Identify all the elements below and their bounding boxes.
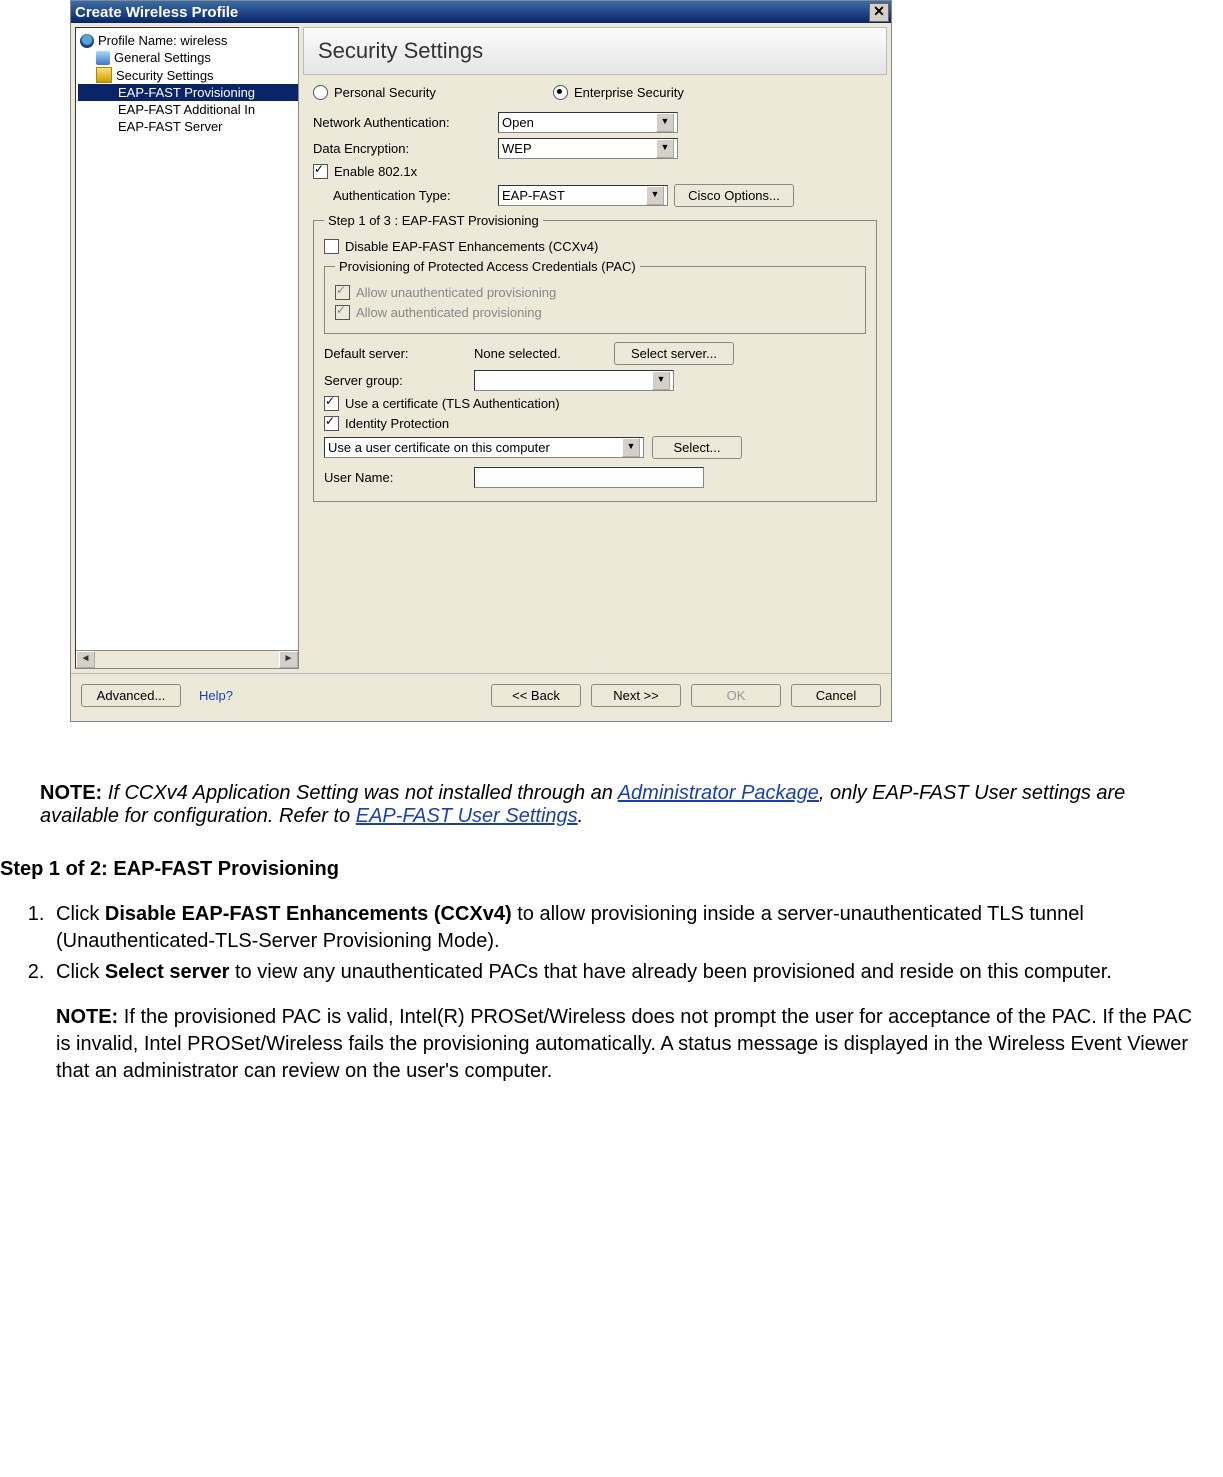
s2-note-label: NOTE: (56, 1006, 118, 1028)
note1-p1a: If CCXv4 Application Setting was not ins… (108, 782, 618, 804)
disable-ccxv4-checkbox[interactable] (324, 239, 339, 254)
dialog-body: Profile Name: wireless General Settings … (71, 23, 891, 673)
select-cert-button[interactable]: Select... (652, 436, 742, 459)
enable-8021x-checkbox[interactable] (313, 164, 328, 179)
ok-button: OK (691, 684, 781, 707)
tree-eap-additional-label: EAP-FAST Additional In (118, 102, 255, 117)
allow-unauth-label: Allow unauthenticated provisioning (356, 285, 556, 300)
data-enc-label: Data Encryption: (313, 141, 498, 156)
note1-label: NOTE: (40, 782, 102, 804)
step-heading: Step 1 of 2: EAP-FAST Provisioning (0, 858, 1223, 881)
s2b: Select server (105, 961, 230, 983)
next-button[interactable]: Next >> (591, 684, 681, 707)
tree-eap-server[interactable]: EAP-FAST Server (78, 118, 298, 135)
enterprise-security-radio[interactable] (553, 85, 568, 100)
chevron-down-icon: ▼ (622, 438, 640, 457)
enable-8021x-label: Enable 802.1x (334, 164, 417, 179)
identity-protection-checkbox[interactable] (324, 416, 339, 431)
security-icon (96, 67, 112, 83)
default-server-value: None selected. (474, 346, 614, 361)
advanced-button[interactable]: Advanced... (81, 684, 181, 707)
profile-icon (80, 34, 94, 48)
net-auth-value: Open (502, 115, 534, 130)
server-group-select[interactable]: ▼ (474, 370, 674, 391)
net-auth-label: Network Authentication: (313, 115, 498, 130)
tree-security-label: Security Settings (116, 68, 214, 83)
back-button[interactable]: << Back (491, 684, 581, 707)
tree-eap-additional[interactable]: EAP-FAST Additional In (78, 101, 298, 118)
form-area: Personal Security Enterprise Security Ne… (303, 85, 887, 502)
note1-p1c: . (578, 805, 584, 827)
step-group-title: Step 1 of 3 : EAP-FAST Provisioning (324, 213, 543, 228)
allow-unauth-checkbox (335, 285, 350, 300)
personal-security-radio[interactable] (313, 85, 328, 100)
s2a: Click (56, 961, 105, 983)
general-icon (96, 51, 110, 65)
cert-source-value: Use a user certificate on this computer (328, 440, 550, 455)
net-auth-select[interactable]: Open ▼ (498, 112, 678, 133)
cancel-button[interactable]: Cancel (791, 684, 881, 707)
close-icon[interactable]: ✕ (869, 3, 889, 22)
allow-auth-label: Allow authenticated provisioning (356, 305, 542, 320)
tree-eap-server-label: EAP-FAST Server (118, 119, 223, 134)
window-title: Create Wireless Profile (75, 4, 238, 21)
user-name-input[interactable] (474, 467, 704, 488)
auth-type-value: EAP-FAST (502, 188, 565, 203)
tree-general-label: General Settings (114, 50, 211, 65)
identity-protection-label: Identity Protection (345, 416, 449, 431)
tree-scrollbar[interactable]: ◄ ► (76, 650, 298, 668)
cert-source-select[interactable]: Use a user certificate on this computer … (324, 437, 644, 458)
chevron-down-icon: ▼ (652, 371, 670, 390)
step-1: Click Disable EAP-FAST Enhancements (CCX… (50, 901, 1203, 955)
titlebar: Create Wireless Profile ✕ (71, 1, 891, 23)
select-server-button[interactable]: Select server... (614, 342, 734, 365)
disable-ccxv4-label: Disable EAP-FAST Enhancements (CCXv4) (345, 239, 598, 254)
pac-group: Provisioning of Protected Access Credent… (324, 259, 866, 334)
allow-auth-checkbox (335, 305, 350, 320)
step-2: Click Select server to view any unauthen… (50, 959, 1203, 1085)
pac-group-title: Provisioning of Protected Access Credent… (335, 259, 640, 274)
scroll-right-icon[interactable]: ► (279, 651, 298, 668)
tree-general[interactable]: General Settings (78, 49, 298, 66)
tree-pane: Profile Name: wireless General Settings … (75, 27, 299, 669)
auth-type-label: Authentication Type: (333, 188, 498, 203)
help-link[interactable]: Help? (199, 688, 233, 703)
enterprise-security-label: Enterprise Security (574, 85, 684, 100)
chevron-down-icon: ▼ (656, 139, 674, 158)
cisco-options-button[interactable]: Cisco Options... (674, 184, 794, 207)
step-group: Step 1 of 3 : EAP-FAST Provisioning Disa… (313, 213, 877, 502)
note-block-1: NOTE: If CCXv4 Application Setting was n… (40, 782, 1183, 828)
personal-security-label: Personal Security (334, 85, 436, 100)
page-title: Security Settings (303, 27, 887, 75)
server-group-label: Server group: (324, 373, 474, 388)
data-enc-select[interactable]: WEP ▼ (498, 138, 678, 159)
s2c: to view any unauthenticated PACs that ha… (229, 961, 1111, 983)
data-enc-value: WEP (502, 141, 532, 156)
s2-note: If the provisioned PAC is valid, Intel(R… (56, 1006, 1192, 1082)
dialog-window: Create Wireless Profile ✕ Profile Name: … (70, 0, 892, 722)
tree-eap-provisioning-label: EAP-FAST Provisioning (118, 85, 255, 100)
steps-list: Click Disable EAP-FAST Enhancements (CCX… (10, 901, 1203, 1085)
use-cert-label: Use a certificate (TLS Authentication) (345, 396, 560, 411)
default-server-label: Default server: (324, 346, 474, 361)
tree-security[interactable]: Security Settings (78, 66, 298, 84)
s1a: Click (56, 903, 105, 925)
tree-profile-label: Profile Name: wireless (98, 33, 227, 48)
chevron-down-icon: ▼ (656, 113, 674, 132)
user-name-label: User Name: (324, 470, 474, 485)
scroll-left-icon[interactable]: ◄ (76, 651, 95, 668)
footer: Advanced... Help? << Back Next >> OK Can… (71, 673, 891, 721)
chevron-down-icon: ▼ (646, 186, 664, 205)
link-admin-package[interactable]: Administrator Package (618, 782, 819, 804)
main-pane: Security Settings Personal Security Ente… (303, 27, 887, 669)
s1b: Disable EAP-FAST Enhancements (CCXv4) (105, 903, 512, 925)
use-cert-checkbox[interactable] (324, 396, 339, 411)
tree-eap-provisioning[interactable]: EAP-FAST Provisioning (78, 84, 298, 101)
link-eap-fast-user-settings[interactable]: EAP-FAST User Settings (356, 805, 578, 827)
tree-profile[interactable]: Profile Name: wireless (78, 32, 298, 49)
auth-type-select[interactable]: EAP-FAST ▼ (498, 185, 668, 206)
